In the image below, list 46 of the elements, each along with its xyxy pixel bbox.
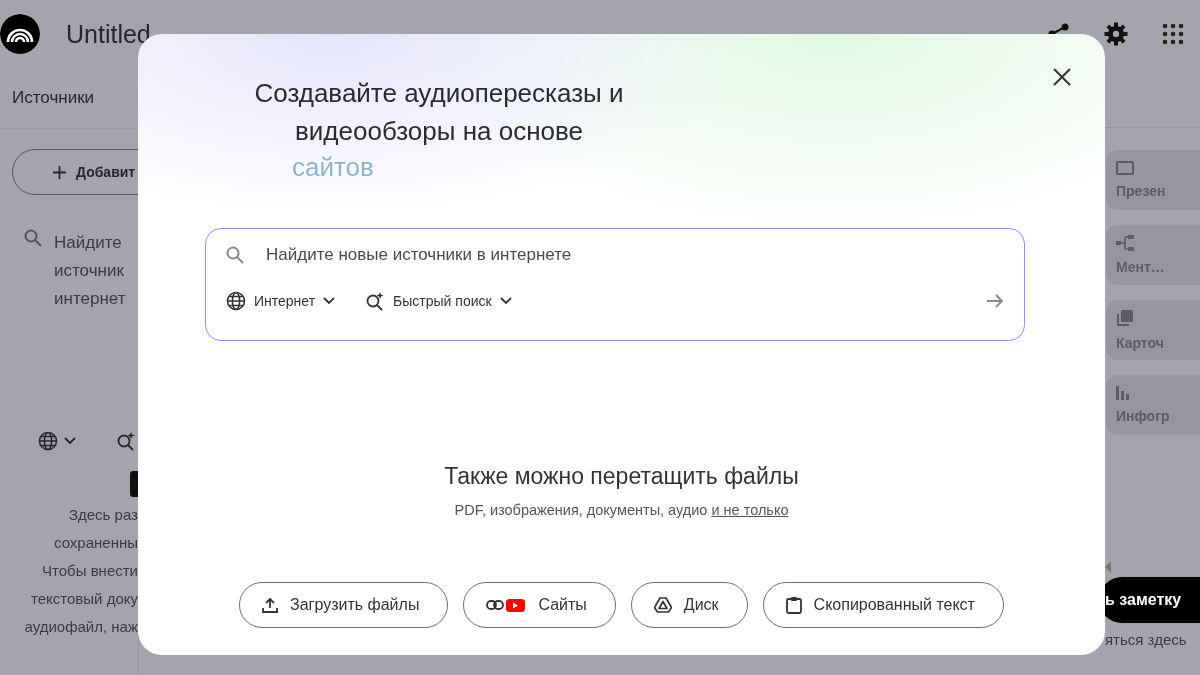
sparkle-search-icon (116, 431, 136, 451)
empty-state-text: Чтобы внести (42, 561, 138, 581)
sparkle-search-icon (365, 291, 386, 311)
drop-title: Также можно перетащить файлы (444, 463, 799, 489)
source-type-button[interactable]: Скопированный текст (762, 582, 1004, 628)
logo-icon (0, 14, 40, 54)
bar-chart-icon (1116, 386, 1130, 400)
more-link[interactable]: и не только (711, 502, 789, 518)
source-type-button[interactable]: Загрузить файлы (239, 582, 449, 628)
search-icon (24, 229, 42, 247)
globe-icon (226, 291, 246, 311)
link-and-play-icon (486, 597, 527, 613)
search-placeholder-line: Найдите (54, 232, 123, 254)
search-placeholder-line: источник (54, 260, 125, 282)
chevron-down-icon (499, 297, 512, 305)
empty-state-text: текстовый доку (31, 589, 138, 609)
empty-state-text: аудиофайл, наж (24, 617, 138, 637)
empty-state-text: Здесь раз (68, 505, 138, 525)
search-option-dropdown[interactable]: Быстрый поиск (365, 291, 512, 311)
web-search-field[interactable]: Найдите новые источники в интернете Интернет Быстрый поиск (205, 228, 1025, 341)
rotating-word: сайтов (292, 152, 374, 182)
mind-map-icon (1116, 235, 1134, 251)
notebook-title: Untitled (66, 19, 151, 49)
clipboard-icon (785, 596, 802, 614)
notes-hint: яться здесь (1105, 631, 1187, 648)
cards-icon (1116, 309, 1134, 327)
source-type-button[interactable]: Сайты (463, 582, 616, 628)
search-icon (226, 246, 244, 264)
chevron-down-icon (64, 437, 76, 445)
empty-state-text: сохраненны (54, 533, 138, 553)
search-option-dropdown[interactable]: Интернет (226, 291, 336, 311)
chevron-down-icon (323, 297, 336, 305)
apps-grid-icon[interactable] (1162, 23, 1184, 45)
source-icon (130, 471, 138, 497)
plus-icon (53, 165, 66, 179)
dialog-heading: Создавайте аудиопересказы и видеообзоры на основе (253, 77, 625, 148)
slides-icon (1116, 161, 1134, 175)
drive-icon (653, 597, 672, 613)
globe-icon (38, 431, 58, 451)
search-placeholder-line: интернет (54, 288, 126, 310)
settings-icon[interactable] (1104, 22, 1128, 46)
upload-icon (262, 597, 279, 613)
panel-title: Источники (12, 88, 95, 108)
submit-arrow-icon[interactable] (986, 293, 1004, 309)
drop-description: PDF, изображения, документы, аудио и не только (454, 502, 789, 518)
source-type-button[interactable]: Диск (630, 582, 748, 628)
